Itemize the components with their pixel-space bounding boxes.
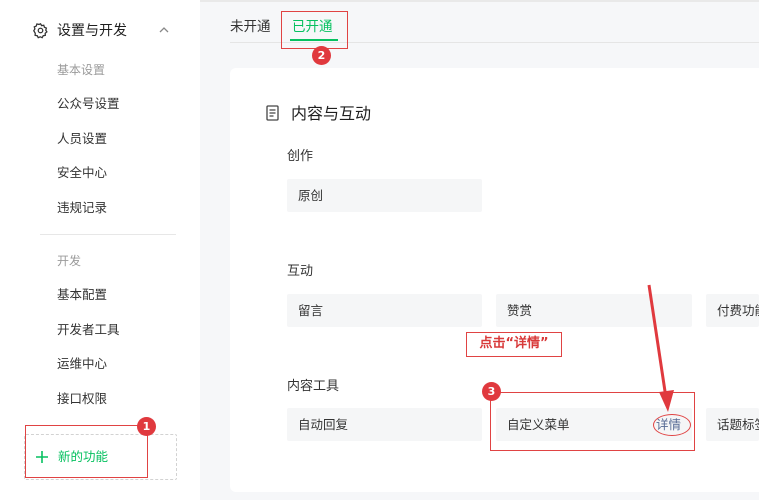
annotation-callout: 点击“详情”: [466, 332, 562, 357]
top-border: [200, 0, 759, 2]
annotation-badge-3: 3: [482, 382, 501, 401]
sidebar-item-basic-config[interactable]: 基本配置: [57, 287, 107, 303]
sidebar-item-developer-tools[interactable]: 开发者工具: [57, 322, 120, 338]
tab-not-enabled[interactable]: 未开通: [230, 18, 271, 36]
annotation-badge-1: 1: [137, 417, 156, 436]
section-label-creation: 创作: [287, 149, 314, 164]
document-icon: [266, 105, 279, 121]
gear-icon: [33, 22, 48, 39]
feature-tile-topic-tags[interactable]: 话题标签: [706, 408, 759, 441]
sidebar-section-header[interactable]: 设置与开发: [32, 21, 172, 41]
section-label-content-tools: 内容工具: [287, 379, 340, 394]
sidebar-item-security-center[interactable]: 安全中心: [57, 165, 107, 181]
annotation-badge-2: 2: [312, 46, 331, 65]
annotation-box-enabled-tab: [281, 11, 348, 49]
sidebar-item-ops-center[interactable]: 运维中心: [57, 356, 107, 372]
sidebar-item-staff-settings[interactable]: 人员设置: [57, 131, 107, 147]
sidebar-group-development: 开发: [57, 254, 82, 268]
feature-tile-tipping[interactable]: 赞赏: [496, 294, 692, 327]
feature-tile-auto-reply[interactable]: 自动回复: [287, 408, 482, 441]
annotation-ellipse-details: [653, 414, 691, 436]
feature-label: 话题标签: [717, 417, 759, 432]
annotation-box-new-feature: [25, 425, 148, 478]
feature-label: 自动回复: [298, 417, 349, 432]
feature-tile-paid[interactable]: 付费功能: [706, 294, 759, 327]
card-title: 内容与互动: [291, 104, 372, 123]
sidebar-item-account-settings[interactable]: 公众号设置: [57, 96, 120, 112]
sidebar-group-basic-settings: 基本设置: [57, 63, 106, 77]
sidebar-item-violation-records[interactable]: 违规记录: [57, 200, 107, 216]
sidebar-item-api-permissions[interactable]: 接口权限: [57, 391, 107, 407]
feature-label: 原创: [298, 188, 324, 203]
feature-label: 赞赏: [507, 303, 533, 318]
feature-tile-comments[interactable]: 留言: [287, 294, 482, 327]
sidebar-divider: [40, 234, 176, 235]
section-label-interaction: 互动: [287, 264, 314, 279]
feature-label: 付费功能: [717, 303, 759, 318]
feature-label: 留言: [298, 303, 324, 318]
chevron-up-icon[interactable]: [158, 24, 170, 36]
sidebar-section-title: 设置与开发: [57, 23, 127, 39]
feature-tile-original[interactable]: 原创: [287, 179, 482, 212]
